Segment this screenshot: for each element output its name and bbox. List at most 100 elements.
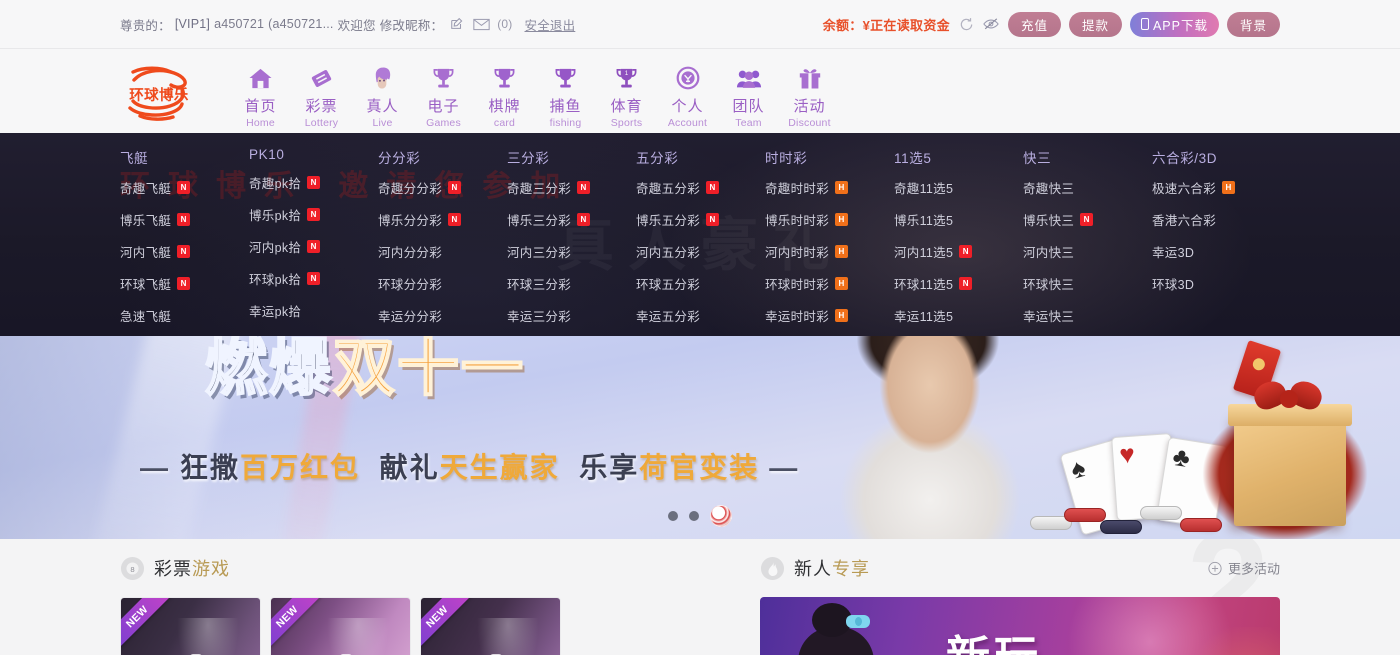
lottery-menu-item[interactable]: 奇趣飞艇 N <box>120 178 249 197</box>
lottery-menu-item[interactable]: 河内飞艇 N <box>120 242 249 261</box>
lottery-menu-item[interactable]: 急速pk拾N <box>249 333 378 336</box>
new-badge: N <box>307 272 321 285</box>
lottery-menu-item[interactable]: 河内三分彩 <box>507 242 636 261</box>
nav-item-discount[interactable]: 活动 Discount <box>779 64 840 129</box>
nav-label-cn: 电子 <box>427 98 460 115</box>
site-logo[interactable]: 环球博乐 <box>120 63 198 123</box>
lottery-menu-item[interactable]: 急速飞艇 <box>120 306 249 325</box>
lottery-menu-item[interactable]: 香港六合彩 <box>1152 210 1281 229</box>
lottery-menu-item[interactable]: 博乐11选5 <box>894 210 1023 229</box>
flame-icon <box>760 556 785 581</box>
carousel-dot-2[interactable] <box>689 511 699 521</box>
lottery-menu-item[interactable]: 河内五分彩 <box>636 242 765 261</box>
lottery-menu-item[interactable]: 幸运11选5 <box>894 306 1023 325</box>
newbie-promo-card[interactable]: 新玩 <box>760 597 1280 655</box>
refresh-icon[interactable] <box>958 16 975 33</box>
lottery-menu-item[interactable]: 环球三分彩 <box>507 274 636 293</box>
lottery-menu-item[interactable]: 幸运三分彩 <box>507 306 636 325</box>
lottery-game-card-1[interactable]: NEW <box>120 597 261 655</box>
lottery-menu-item[interactable]: 奇趣时时彩 H <box>765 178 894 197</box>
more-activities-link[interactable]: 更多活动 <box>1208 559 1280 578</box>
lottery-game-card-3[interactable]: NEW <box>420 597 561 655</box>
nav-label-en: Team <box>735 117 762 129</box>
lottery-item-label: 环球pk拾 <box>249 273 302 287</box>
lottery-menu-item[interactable]: 幸运分分彩 <box>378 306 507 325</box>
chip <box>1064 508 1106 522</box>
lottery-menu-item[interactable]: 博乐pk拾 N <box>249 205 378 224</box>
new-badge: N <box>307 208 321 221</box>
eye-hidden-icon[interactable] <box>983 16 1000 33</box>
envelope-icon[interactable] <box>471 15 491 33</box>
gift-box <box>1234 416 1346 526</box>
nav-item-lottery[interactable]: 彩票 Lottery <box>291 64 352 129</box>
nav-item-team[interactable]: 团队 Team <box>718 64 779 129</box>
billiard-number: 8 <box>130 564 134 573</box>
lottery-menu-item[interactable]: 奇趣三分彩 N <box>507 178 636 197</box>
lottery-menu-item[interactable]: 博乐五分彩 N <box>636 210 765 229</box>
nav-item-card[interactable]: 棋牌 card <box>474 64 535 129</box>
lottery-item-label: 急速飞艇 <box>120 310 172 324</box>
lottery-item-label: 幸运分分彩 <box>378 310 443 324</box>
lottery-game-card-2[interactable]: NEW <box>270 597 411 655</box>
lottery-menu-item[interactable]: 幸运pk拾 <box>249 301 378 320</box>
lottery-menu-item[interactable]: 河内分分彩 <box>378 242 507 261</box>
carousel-dot-3[interactable] <box>710 505 732 527</box>
lottery-item-label: 幸运3D <box>1152 246 1195 260</box>
nav-label-en: Account <box>667 117 708 129</box>
lottery-menu-item[interactable]: 幸运快三 <box>1023 306 1152 325</box>
lottery-menu-item[interactable]: 环球3D <box>1152 274 1281 293</box>
lottery-menu-item[interactable]: 博乐三分彩 N <box>507 210 636 229</box>
lottery-menu-item[interactable]: 极速六合彩 H <box>1152 178 1281 197</box>
lottery-menu-item[interactable]: 河内时时彩 H <box>765 242 894 261</box>
lottery-menu-item[interactable]: 幸运时时彩 H <box>765 306 894 325</box>
lottery-menu-item[interactable]: 博乐飞艇 N <box>120 210 249 229</box>
nav-label-en: card <box>493 117 516 129</box>
nav-item-live[interactable]: 真人 Live <box>352 64 413 129</box>
lottery-menu-item[interactable]: 河内11选5 N <box>894 242 1023 261</box>
lottery-menu-item[interactable]: 环球快三 <box>1023 274 1152 293</box>
lottery-item-label: 奇趣11选5 <box>894 182 954 196</box>
lottery-item-label: 环球五分彩 <box>636 278 701 292</box>
withdraw-button[interactable]: 提款 <box>1068 11 1122 37</box>
lottery-menu-item[interactable]: 环球五分彩 <box>636 274 765 293</box>
edit-icon[interactable] <box>447 15 467 33</box>
new-badge: N <box>706 181 720 194</box>
app-download-button[interactable]: APP下载 <box>1129 11 1219 37</box>
lottery-item-label: 博乐pk拾 <box>249 209 302 223</box>
lottery-item-label: 奇趣三分彩 <box>507 182 572 196</box>
nav-item-account[interactable]: 个人 Account <box>657 64 718 129</box>
background-button[interactable]: 背景 <box>1226 11 1280 37</box>
nav-item-fishing[interactable]: 捕鱼 fishing <box>535 64 596 129</box>
lottery-menu-item[interactable]: 幸运3D <box>1152 242 1281 261</box>
logout-link[interactable]: 安全退出 <box>525 15 576 34</box>
lottery-menu-item[interactable]: 奇趣快三 <box>1023 178 1152 197</box>
lottery-menu-item[interactable]: 环球pk拾 N <box>249 269 378 288</box>
deposit-button[interactable]: 充值 <box>1007 11 1061 37</box>
card-spotlight <box>176 617 239 655</box>
lottery-menu-item[interactable]: 环球时时彩 H <box>765 274 894 293</box>
nav-item-sports[interactable]: 1 体育 Sports <box>596 64 657 129</box>
lottery-menu-item[interactable]: 环球飞艇 N <box>120 274 249 293</box>
lottery-menu-item[interactable]: 环球11选5 N <box>894 274 1023 293</box>
lottery-menu-item[interactable]: 奇趣pk拾 N <box>249 173 378 192</box>
lottery-menu-item[interactable]: 博乐分分彩 N <box>378 210 507 229</box>
lottery-menu-item[interactable]: 博乐快三 N <box>1023 210 1152 229</box>
lottery-menu-item[interactable]: 河内pk拾 N <box>249 237 378 256</box>
carousel-dot-1[interactable] <box>668 511 678 521</box>
promo-banner[interactable]: ♠ ♥ ♣ <box>0 336 1400 539</box>
lottery-menu-item[interactable]: 博乐时时彩 H <box>765 210 894 229</box>
lottery-menu-item[interactable]: 幸运五分彩 <box>636 306 765 325</box>
app-download-label: APP下载 <box>1152 18 1208 33</box>
lottery-menu-item[interactable]: 环球分分彩 <box>378 274 507 293</box>
lottery-menu-item[interactable]: 奇趣11选5 <box>894 178 1023 197</box>
lottery-menu-item[interactable]: 河内快三 <box>1023 242 1152 261</box>
lottery-menu-item[interactable]: 奇趣五分彩 N <box>636 178 765 197</box>
svg-text:1: 1 <box>625 70 629 77</box>
lottery-menu-item[interactable]: 奇趣分分彩 N <box>378 178 507 197</box>
banner-sub-1: 狂撒 <box>180 452 241 483</box>
lottery-title-dark: 彩票 <box>154 559 192 579</box>
hot-badge: H <box>835 309 849 322</box>
nav-item-games[interactable]: 电子 Games <box>413 64 474 129</box>
lottery-menu-panel: 真人豪礼 环球博乐 邀请您参加 飞艇奇趣飞艇N博乐飞艇N河内飞艇N环球飞艇N急速… <box>0 133 1400 336</box>
nav-item-home[interactable]: 首页 Home <box>230 64 291 129</box>
